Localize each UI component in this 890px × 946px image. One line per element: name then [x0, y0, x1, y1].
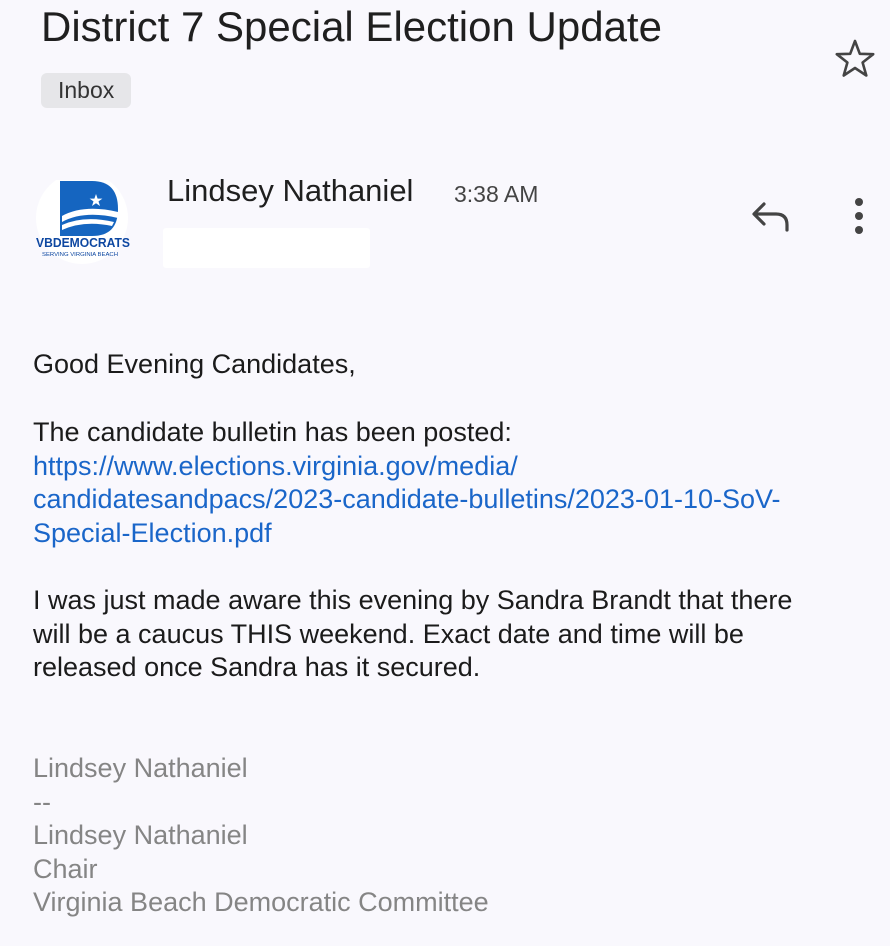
inbox-label-chip[interactable]: Inbox — [41, 73, 132, 108]
more-vertical-icon — [855, 198, 863, 234]
signature-org: Virginia Beach Democratic Committee — [33, 887, 489, 917]
logo-subtext: SERVING VIRGINIA BEACH — [42, 252, 118, 258]
email-greeting: Good Evening Candidates, — [33, 349, 356, 379]
bulletin-link-line2: candidatesandpacs/2023-candidate-bulleti… — [33, 484, 781, 514]
email-signature: Lindsey Nathaniel -- Lindsey Nathaniel C… — [33, 752, 489, 920]
signature-name-2: Lindsey Nathaniel — [33, 820, 248, 850]
logo-text: VBDEMOCRATS — [36, 235, 130, 250]
star-outline-icon — [835, 39, 875, 77]
signature-separator: -- — [33, 786, 51, 817]
recipient-details[interactable] — [163, 228, 370, 268]
bulletin-intro: The candidate bulletin has been posted: — [33, 417, 512, 447]
vb-democrats-logo: VBDEMOCRATS SERVING VIRGINIA BEACH — [36, 172, 130, 264]
notice-line2: will be a caucus THIS weekend. Exact dat… — [33, 618, 744, 649]
star-button[interactable] — [833, 37, 877, 81]
sender-name[interactable]: Lindsey Nathaniel — [167, 171, 413, 211]
bulletin-link-line1: https://www.elections.virginia.gov/media… — [33, 450, 518, 481]
sent-time: 3:38 AM — [454, 181, 539, 207]
caucus-notice: I was just made aware this evening by Sa… — [33, 584, 853, 685]
avatar[interactable]: VBDEMOCRATS SERVING VIRGINIA BEACH — [32, 172, 132, 264]
more-options-button[interactable] — [846, 194, 872, 238]
email-subject: District 7 Special Election Update — [41, 3, 662, 50]
notice-line3: released once Sandra has it secured. — [33, 652, 481, 682]
signature-name: Lindsey Nathaniel — [33, 753, 248, 783]
bulletin-link-line3: Special-Election.pdf — [33, 517, 272, 548]
signature-title: Chair — [33, 853, 98, 884]
reply-button[interactable] — [748, 197, 794, 237]
notice-line1: I was just made aware this evening by Sa… — [33, 585, 793, 615]
bulletin-paragraph: The candidate bulletin has been posted: … — [33, 416, 853, 550]
reply-icon — [752, 202, 789, 232]
bulletin-link[interactable]: https://www.elections.virginia.gov/media… — [33, 450, 853, 551]
